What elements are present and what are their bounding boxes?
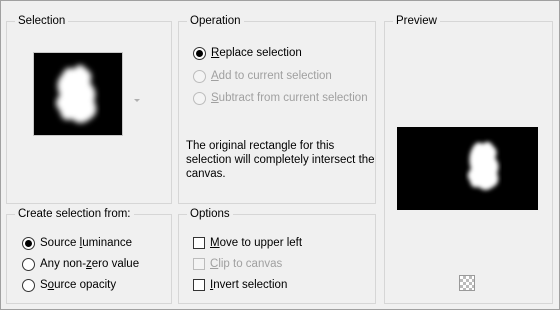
- radio-indicator: [193, 46, 206, 60]
- intersect-message: The original rectangle for this selectio…: [186, 140, 375, 180]
- selection-thumbnail[interactable]: [33, 52, 123, 136]
- radio-label: Source luminance: [40, 237, 133, 249]
- selection-mask-image: [56, 65, 97, 123]
- options-group-title: Options: [187, 207, 233, 221]
- subtract-from-selection-radio[interactable]: Subtract from current selection: [193, 91, 368, 105]
- operation-group: Operation Replace selection Add to curre…: [178, 14, 376, 204]
- selection-group: Selection: [6, 14, 172, 204]
- radio-label: Replace selection: [211, 47, 302, 59]
- checkbox-label: Move to upper left: [210, 237, 303, 249]
- operation-group-title: Operation: [187, 14, 244, 28]
- checkbox-box: [193, 279, 205, 291]
- preview-mask-image: [467, 141, 499, 190]
- source-opacity-radio[interactable]: Source opacity: [22, 278, 116, 292]
- add-to-selection-radio[interactable]: Add to current selection: [193, 69, 332, 83]
- clip-to-canvas-checkbox[interactable]: Clip to canvas: [193, 257, 282, 271]
- selection-group-title: Selection: [15, 14, 69, 28]
- options-group: Options Move to upper left Clip to canva…: [178, 207, 376, 304]
- preview-group-title: Preview: [393, 14, 440, 28]
- checkbox-box: [193, 237, 205, 249]
- create-from-group-title: Create selection from:: [15, 207, 134, 221]
- move-to-upper-left-checkbox[interactable]: Move to upper left: [193, 236, 302, 250]
- radio-indicator: [193, 69, 206, 83]
- preview-group: Preview: [384, 14, 553, 304]
- radio-label: Subtract from current selection: [211, 92, 368, 104]
- radio-label: Add to current selection: [211, 70, 332, 82]
- source-luminance-radio[interactable]: Source luminance: [22, 236, 132, 250]
- checkbox-label: Invert selection: [210, 279, 288, 291]
- any-nonzero-radio[interactable]: Any non-zero value: [22, 257, 139, 271]
- preview-canvas: [397, 127, 538, 210]
- create-from-group: Create selection from: Source luminance …: [6, 207, 172, 304]
- invert-selection-checkbox[interactable]: Invert selection: [193, 278, 287, 292]
- checkbox-label: Clip to canvas: [210, 258, 283, 270]
- radio-indicator: [22, 278, 35, 292]
- radio-indicator: [193, 91, 206, 105]
- checkbox-box: [193, 258, 205, 270]
- checkerboard-icon[interactable]: [459, 275, 475, 291]
- replace-selection-radio[interactable]: Replace selection: [193, 46, 302, 60]
- chevron-down-icon[interactable]: [134, 99, 140, 102]
- radio-label: Any non-zero value: [40, 258, 140, 270]
- radio-label: Source opacity: [40, 279, 117, 291]
- radio-indicator: [22, 236, 35, 250]
- radio-indicator: [22, 257, 35, 271]
